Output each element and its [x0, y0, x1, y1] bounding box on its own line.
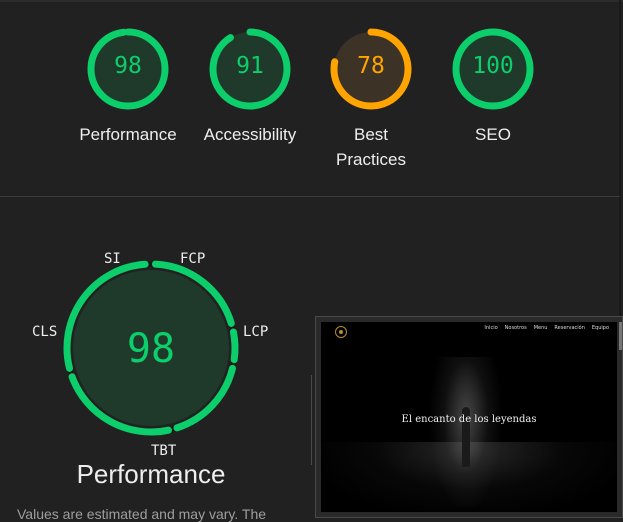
- site-hero-text: El encanto de los leyendas: [401, 414, 537, 425]
- metric-fcp-label: FCP: [180, 251, 206, 267]
- final-screenshot-image: Inicio Nosotros Menu Reservación Equipo …: [321, 322, 617, 512]
- site-logo-icon: [335, 326, 347, 338]
- gauge-best-practices[interactable]: 78 Best Practices: [311, 27, 431, 172]
- splitter-line: [311, 375, 312, 465]
- gauge-performance[interactable]: 98 Performance: [68, 27, 188, 147]
- metric-cls-label: CLS: [32, 324, 58, 340]
- estimate-disclaimer: Values are estimated and may vary. The: [17, 506, 267, 522]
- site-nav-item: Nosotros: [504, 325, 527, 331]
- final-screenshot[interactable]: Inicio Nosotros Menu Reservación Equipo …: [315, 316, 623, 518]
- gauge-best-practices-label: Best Practices: [336, 125, 406, 169]
- site-nav-item: Equipo: [591, 325, 609, 331]
- top-border: [0, 0, 623, 2]
- gauge-seo-score: 100: [472, 53, 514, 79]
- gauge-accessibility[interactable]: 91 Accessibility: [190, 27, 310, 147]
- performance-score-large: 98: [126, 326, 176, 372]
- site-nav-item: Menu: [533, 325, 548, 331]
- gauge-best-practices-score: 78: [357, 53, 385, 79]
- gauge-accessibility-label: Accessibility: [203, 125, 297, 144]
- metric-si-label: SI: [104, 251, 121, 267]
- site-nav: Inicio Nosotros Menu Reservación Equipo: [484, 325, 609, 331]
- site-nav-item: Inicio: [484, 325, 498, 331]
- gauge-performance-score: 98: [114, 53, 142, 79]
- metric-tbt-label: TBT: [151, 443, 177, 459]
- site-nav-item: Reservación: [554, 325, 585, 331]
- metric-lcp-label: LCP: [243, 324, 269, 340]
- performance-metrics-gauge: SI FCP LCP TBT CLS 98: [31, 248, 281, 468]
- screenshot-scrollbar[interactable]: [619, 322, 622, 350]
- gauge-seo[interactable]: 100 SEO: [433, 27, 553, 147]
- gauge-performance-label: Performance: [79, 125, 177, 144]
- section-divider: [0, 196, 620, 197]
- performance-title: Performance: [76, 459, 226, 489]
- gauge-seo-label: SEO: [475, 125, 511, 144]
- gauge-accessibility-score: 91: [236, 53, 264, 79]
- metric-fcp-segment: [229, 328, 239, 364]
